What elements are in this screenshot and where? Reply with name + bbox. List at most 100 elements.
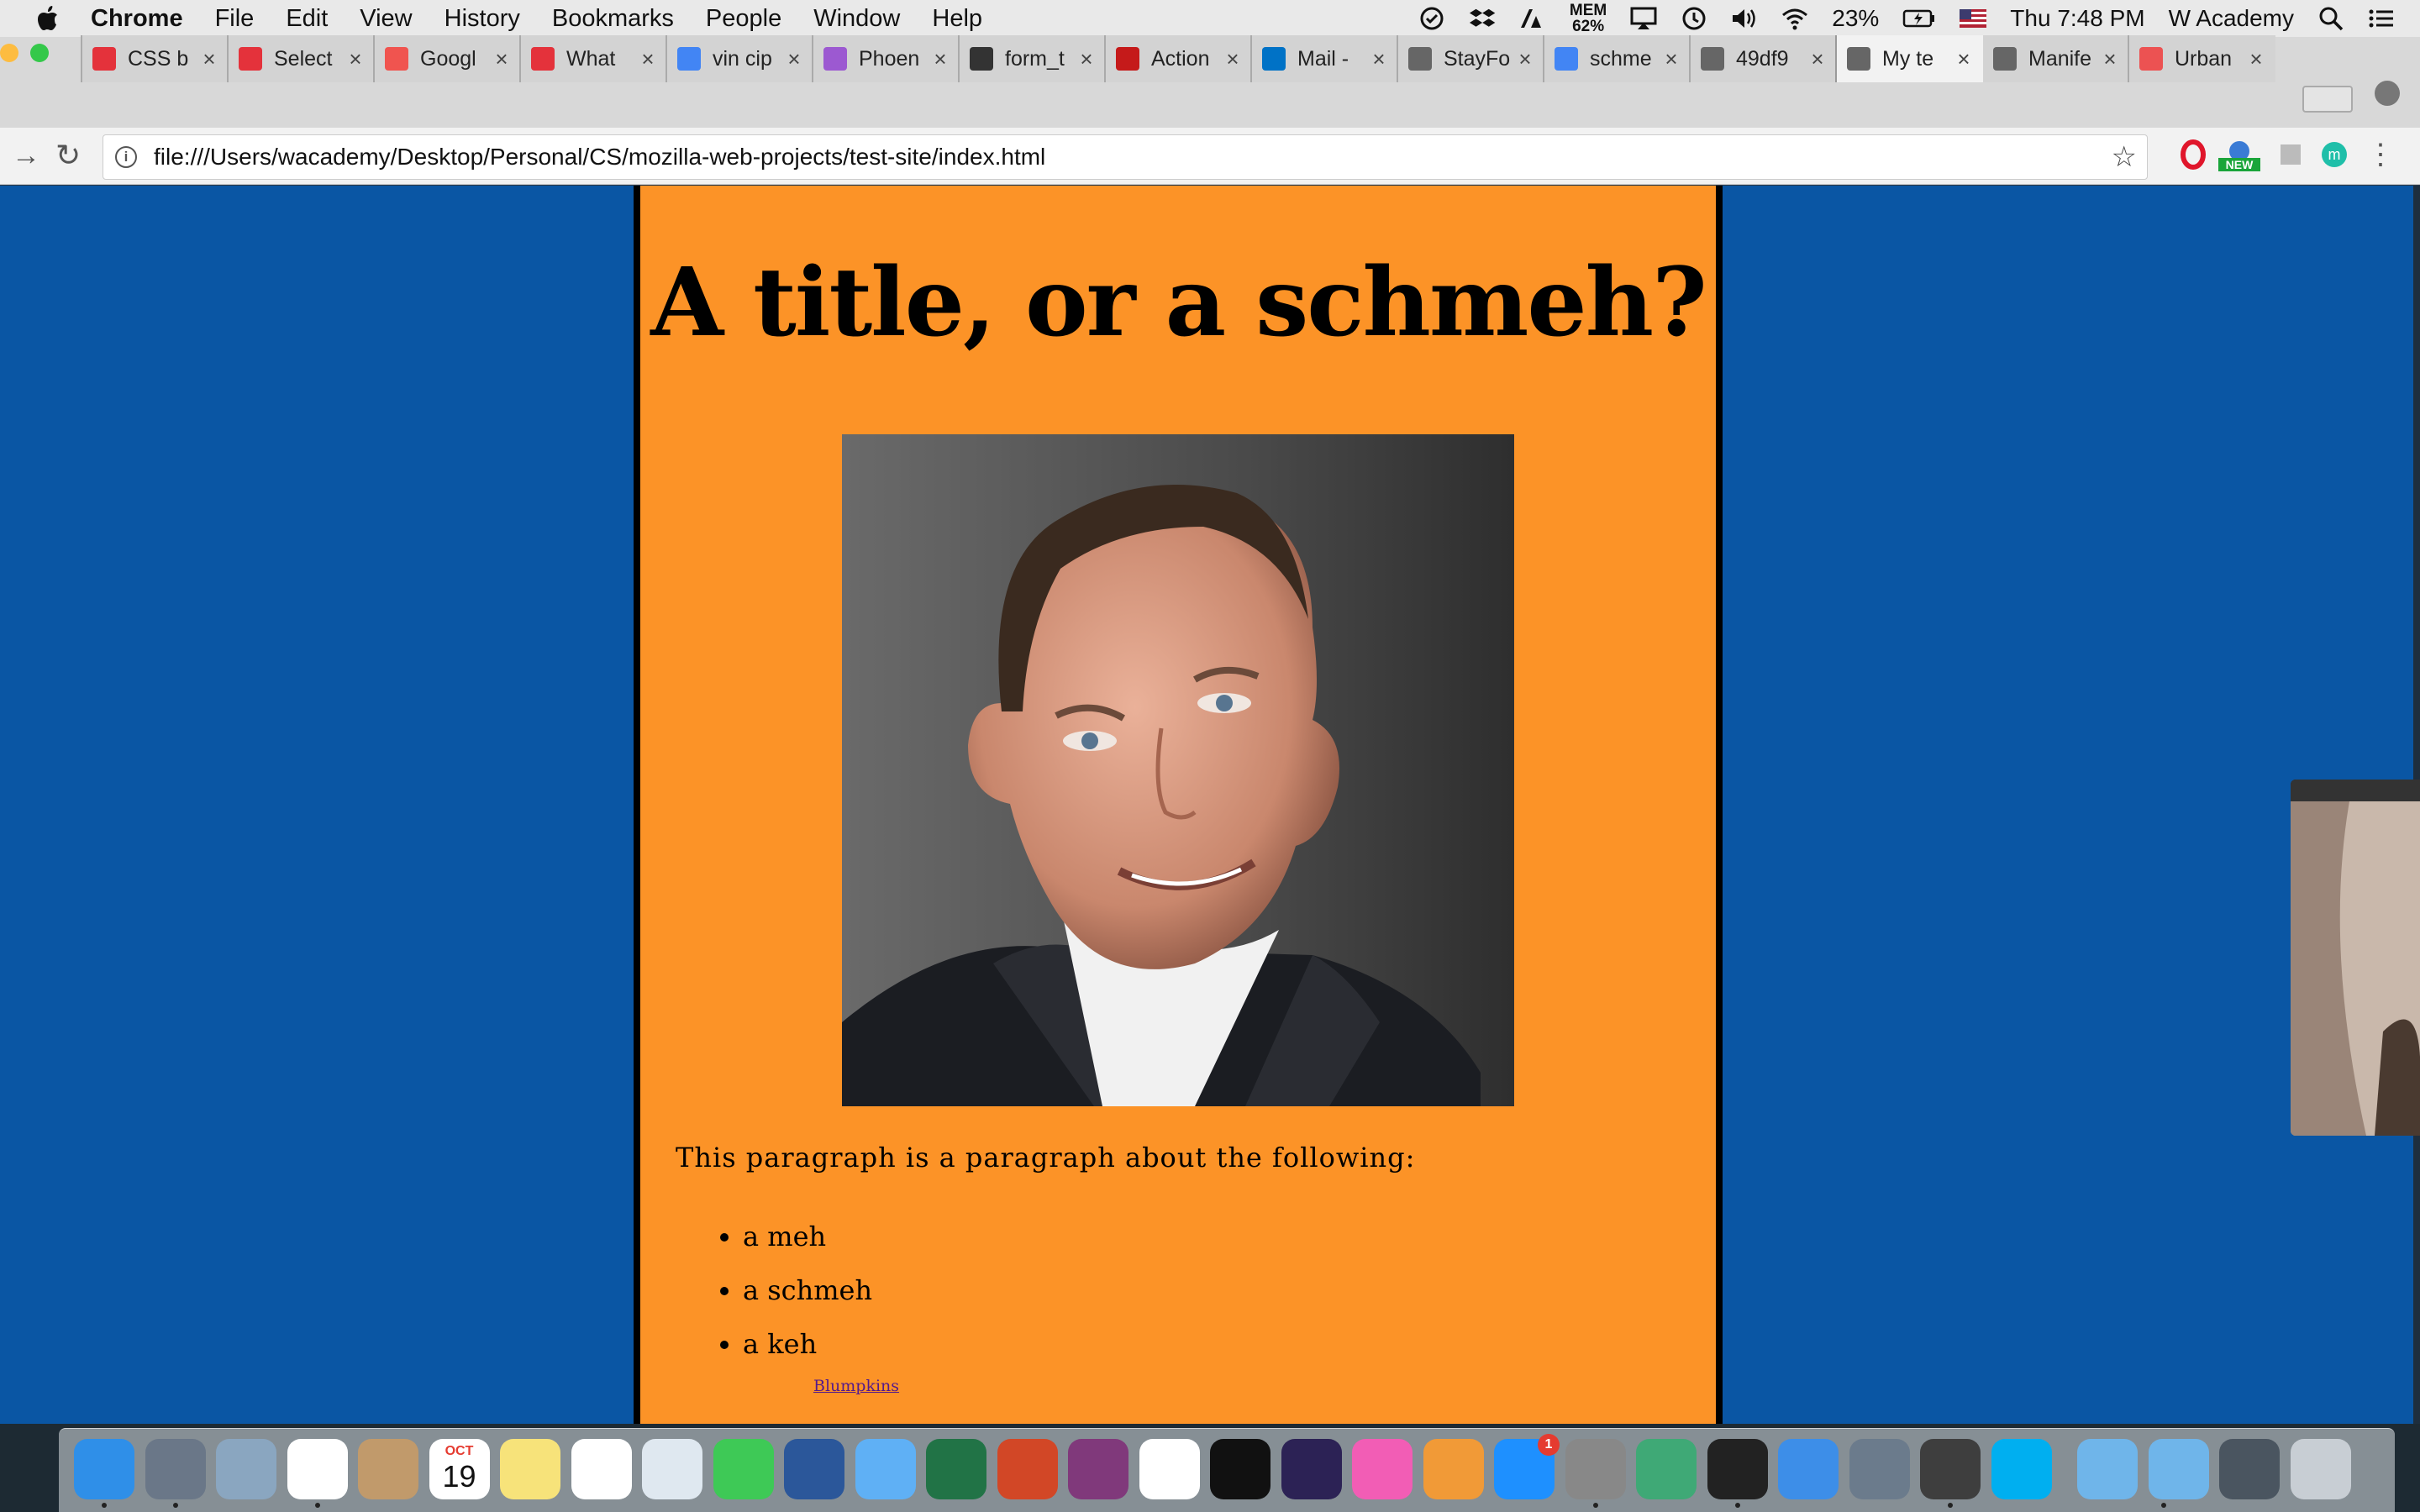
browser-tab[interactable]: vin cip ×	[666, 35, 813, 82]
close-tab-icon[interactable]: ×	[1662, 46, 1681, 72]
close-tab-icon[interactable]: ×	[639, 46, 657, 72]
dropbox-icon[interactable]	[1469, 6, 1496, 31]
browser-tab[interactable]: form_t ×	[958, 35, 1106, 82]
preview-icon[interactable]	[642, 1439, 702, 1499]
menu-view[interactable]: View	[360, 5, 412, 33]
chrome-icon[interactable]	[287, 1439, 348, 1499]
bookmark-star-icon[interactable]: ☆	[2112, 140, 2137, 174]
launchpad-icon[interactable]	[145, 1439, 206, 1499]
new-extension-icon[interactable]: NEW	[2218, 138, 2260, 171]
browser-tab[interactable]: Googl ×	[373, 35, 521, 82]
intellij-icon[interactable]	[1210, 1439, 1270, 1499]
contacts-icon[interactable]	[358, 1439, 418, 1499]
close-tab-icon[interactable]: ×	[1808, 46, 1827, 72]
notification-center-icon[interactable]	[2368, 6, 2395, 31]
browser-tab[interactable]: CSS b ×	[81, 35, 229, 82]
menu-people[interactable]: People	[706, 5, 781, 33]
image-capture-icon[interactable]	[1849, 1439, 1910, 1499]
volume-icon[interactable]	[1731, 6, 1758, 31]
powerpoint-icon[interactable]	[997, 1439, 1058, 1499]
menu-edit[interactable]: Edit	[286, 5, 328, 33]
browser-tab[interactable]: What ×	[519, 35, 667, 82]
info-icon[interactable]: i	[115, 146, 137, 168]
time-machine-icon[interactable]	[1681, 6, 1707, 31]
minimize-button[interactable]	[0, 44, 18, 62]
photos-icon[interactable]	[1139, 1439, 1200, 1499]
ibooks-icon[interactable]	[1423, 1439, 1484, 1499]
browser-tab[interactable]: StayFo ×	[1397, 35, 1544, 82]
menu-bookmarks[interactable]: Bookmarks	[552, 5, 674, 33]
appstore-icon[interactable]: 1	[1494, 1434, 1560, 1499]
notes-icon[interactable]	[500, 1439, 560, 1499]
chrome-menu-icon[interactable]: ⋮	[2366, 138, 2395, 171]
browser-tab[interactable]: schme ×	[1543, 35, 1691, 82]
calendar-icon[interactable]: OCT 19	[429, 1439, 490, 1499]
memory-indicator[interactable]: MEM 62%	[1570, 3, 1607, 34]
close-tab-icon[interactable]: ×	[1370, 46, 1388, 72]
reload-icon[interactable]: ↻	[55, 138, 81, 173]
adobe-icon[interactable]	[1519, 6, 1546, 31]
close-tab-icon[interactable]: ×	[1223, 46, 1242, 72]
onenote-icon[interactable]	[1068, 1439, 1128, 1499]
browser-tab[interactable]: Mail - ×	[1250, 35, 1398, 82]
address-bar[interactable]: i file:///Users/wacademy/Desktop/Persona…	[103, 134, 2148, 180]
profile-avatar-icon[interactable]	[2375, 81, 2400, 106]
itunes-icon[interactable]	[1352, 1439, 1413, 1499]
messages-icon[interactable]	[855, 1439, 916, 1499]
user-name[interactable]: W Academy	[2169, 5, 2294, 32]
atom-icon[interactable]	[1636, 1439, 1697, 1499]
menu-app-chrome[interactable]: Chrome	[91, 5, 183, 33]
menu-window[interactable]: Window	[813, 5, 900, 33]
browser-tab[interactable]: Phoen ×	[812, 35, 960, 82]
battery-charging-icon[interactable]	[1902, 6, 1936, 31]
close-tab-icon[interactable]: ×	[2247, 46, 2265, 72]
finder-icon[interactable]	[74, 1439, 134, 1499]
browser-tab[interactable]: Select ×	[227, 35, 375, 82]
battery-percent[interactable]: 23%	[1832, 5, 1879, 32]
menu-history[interactable]: History	[445, 5, 520, 33]
browser-tab[interactable]: Urban ×	[2128, 35, 2275, 82]
back-arrow-icon[interactable]: →	[12, 139, 40, 172]
video-call-overlay[interactable]	[2291, 780, 2420, 1136]
word-icon[interactable]	[784, 1439, 844, 1499]
close-tab-icon[interactable]: ×	[2101, 46, 2119, 72]
applications-folder-icon[interactable]	[2148, 1439, 2209, 1499]
mail-eagle-icon[interactable]	[216, 1439, 276, 1499]
close-tab-icon[interactable]: ×	[785, 46, 803, 72]
new-tab-button[interactable]	[2302, 86, 2353, 113]
terminal-icon[interactable]	[1707, 1439, 1768, 1499]
excel-icon[interactable]	[926, 1439, 986, 1499]
puzzle-extension-icon[interactable]	[2274, 138, 2307, 171]
eclipse-icon[interactable]	[1281, 1439, 1342, 1499]
skype-icon[interactable]	[1991, 1439, 2052, 1499]
reminders-icon[interactable]	[571, 1439, 632, 1499]
close-tab-icon[interactable]: ×	[1077, 46, 1096, 72]
spotlight-search-icon[interactable]	[2317, 6, 2344, 31]
close-tab-icon[interactable]: ×	[346, 46, 365, 72]
downloads-folder-icon[interactable]	[2077, 1439, 2138, 1499]
system-preferences-icon[interactable]	[1565, 1439, 1626, 1499]
screen-folder-icon[interactable]	[2219, 1439, 2280, 1499]
trash-icon[interactable]	[2290, 1439, 2351, 1499]
m-extension-icon[interactable]: m	[2317, 138, 2351, 171]
browser-tab[interactable]: Action ×	[1104, 35, 1252, 82]
menu-file[interactable]: File	[215, 5, 255, 33]
close-tab-icon[interactable]: ×	[492, 46, 511, 72]
opera-extension-icon[interactable]	[2176, 138, 2210, 171]
airplay-icon[interactable]	[1630, 6, 1657, 31]
wifi-icon[interactable]	[1781, 6, 1808, 31]
browser-tab[interactable]: My te ×	[1835, 35, 1983, 82]
us-flag-icon[interactable]	[1960, 9, 1987, 28]
facetime-icon[interactable]	[713, 1439, 774, 1499]
apple-logo-icon[interactable]	[37, 6, 59, 31]
blumpkins-link[interactable]: Blumpkins	[813, 1377, 899, 1395]
url-text[interactable]: file:///Users/wacademy/Desktop/Personal/…	[154, 144, 1045, 171]
menu-help[interactable]: Help	[932, 5, 982, 33]
browser-tab[interactable]: Manife ×	[1981, 35, 2129, 82]
close-tab-icon[interactable]: ×	[931, 46, 950, 72]
browser-tab[interactable]: 49df9 ×	[1689, 35, 1837, 82]
clock[interactable]: Thu 7:48 PM	[2010, 5, 2144, 32]
zoom-button[interactable]	[30, 44, 49, 62]
close-tab-icon[interactable]: ×	[1954, 46, 1973, 72]
sublime-icon[interactable]	[1920, 1439, 1981, 1499]
